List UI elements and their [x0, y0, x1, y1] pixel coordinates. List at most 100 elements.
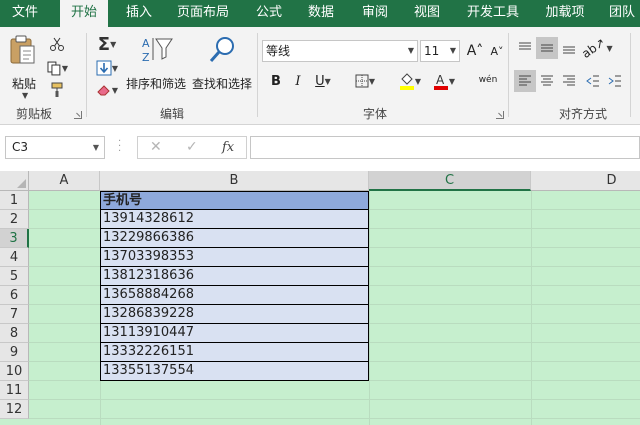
borders-button[interactable]: ▼ [350, 70, 380, 92]
fill-color-button[interactable]: ▼ [394, 70, 426, 92]
phone-cell[interactable]: 13812318636 [100, 267, 369, 286]
splitter-handle-icon[interactable]: · · · [118, 137, 121, 157]
paste-button[interactable]: 粘贴 ▼ [8, 35, 42, 100]
align-left-icon [519, 75, 531, 86]
tab-file[interactable]: 文件 [4, 0, 46, 27]
align-center-button[interactable] [536, 70, 558, 92]
tab-add-ins[interactable]: 加载项 [538, 0, 592, 27]
phonetic-guide-button[interactable]: wén [474, 69, 502, 91]
row-header[interactable]: 1 [0, 191, 29, 210]
row-header[interactable]: 11 [0, 381, 29, 400]
font-name-select[interactable]: 等线 ▼ [262, 40, 418, 62]
row-header[interactable]: 7 [0, 305, 29, 324]
insert-function-icon[interactable]: fx [222, 140, 234, 155]
top-align-button[interactable] [514, 37, 536, 59]
column-header-a[interactable]: A [29, 171, 100, 191]
group-separator [257, 33, 258, 117]
paste-label: 粘贴 [12, 77, 37, 91]
tab-view[interactable]: 视图 [406, 0, 448, 27]
column-header-c[interactable]: C [369, 171, 531, 191]
autosum-button[interactable]: Σ ▼ [92, 33, 122, 55]
copy-dropdown-icon[interactable]: ▼ [62, 64, 68, 73]
clipboard-launcher-icon[interactable] [74, 111, 82, 119]
align-left-button[interactable] [514, 70, 536, 92]
chevron-down-icon: ▼ [92, 143, 99, 152]
tab-insert[interactable]: 插入 [118, 0, 160, 27]
cancel-icon[interactable]: ✕ [150, 139, 162, 155]
paste-dropdown-icon[interactable]: ▼ [22, 91, 28, 100]
row-header[interactable]: 10 [0, 362, 29, 381]
row-header[interactable]: 2 [0, 210, 29, 229]
align-right-button[interactable] [558, 70, 580, 92]
name-box[interactable]: C3 ▼ [5, 136, 105, 159]
font-color-dropdown-icon[interactable]: ▼ [449, 77, 455, 86]
phone-cell[interactable]: 13286839228 [100, 305, 369, 324]
ribbon-tab-bar: 文件 开始 插入 页面布局 公式 数据 审阅 视图 开发工具 加载项 团队 [0, 0, 640, 28]
clear-button[interactable]: ▼ [92, 79, 122, 101]
format-painter-button[interactable] [46, 79, 68, 101]
clear-dropdown-icon[interactable]: ▼ [112, 86, 118, 95]
phone-cell[interactable]: 13332226151 [100, 343, 369, 362]
tab-team[interactable]: 团队 [604, 0, 640, 27]
copy-button[interactable]: ▼ [46, 57, 68, 79]
borders-dropdown-icon[interactable]: ▼ [369, 77, 375, 86]
sigma-icon: Σ [97, 33, 111, 55]
underline-dropdown-icon[interactable]: ▼ [325, 77, 331, 86]
ribbon: 粘贴 ▼ ▼ 剪贴板 Σ ▼ ▼ ▼ A Z 排序和筛选 查找和选择 编辑 等线… [0, 27, 640, 125]
phone-cell[interactable]: 13658884268 [100, 286, 369, 305]
column-header-d[interactable]: D [531, 171, 640, 191]
tab-page-layout[interactable]: 页面布局 [172, 0, 234, 27]
phone-cell[interactable]: 13355137554 [100, 362, 369, 381]
italic-button[interactable]: I [287, 70, 309, 92]
underline-label: U [315, 73, 325, 89]
tab-review[interactable]: 审阅 [354, 0, 396, 27]
formula-buttons: ✕ ✓ fx [137, 136, 247, 159]
row-header[interactable]: 12 [0, 400, 29, 419]
phone-cell[interactable]: 13703398353 [100, 248, 369, 267]
orientation-dropdown-icon[interactable]: ▼ [606, 44, 612, 53]
align-right-icon [563, 75, 575, 86]
fill-button[interactable]: ▼ [92, 57, 122, 79]
fill-color-dropdown-icon[interactable]: ▼ [415, 77, 421, 86]
worksheet-grid[interactable]: A B C D 1 2 3 4 5 6 7 8 9 10 11 12 手机号 13914328612 13… [0, 171, 640, 425]
formula-input[interactable] [250, 136, 640, 159]
find-select-button[interactable]: 查找和选择 [192, 35, 254, 99]
row-header[interactable]: 4 [0, 248, 29, 267]
row-header[interactable]: 3 [0, 229, 29, 248]
row-header[interactable]: 6 [0, 286, 29, 305]
fill-dropdown-icon[interactable]: ▼ [112, 64, 118, 73]
row-header[interactable]: 5 [0, 267, 29, 286]
row-header[interactable]: 9 [0, 343, 29, 362]
increase-indent-button[interactable] [604, 70, 626, 92]
row-header[interactable]: 8 [0, 324, 29, 343]
middle-align-button[interactable] [536, 37, 558, 59]
select-all-button[interactable] [0, 171, 29, 191]
autosum-dropdown-icon[interactable]: ▼ [110, 40, 116, 49]
cut-button[interactable] [46, 33, 68, 55]
bottom-align-button[interactable] [558, 37, 580, 59]
tab-developer[interactable]: 开发工具 [460, 0, 526, 27]
bold-button[interactable]: B [265, 70, 287, 92]
gridline [369, 191, 370, 425]
orientation-button[interactable]: ab↗ ▼ [580, 35, 613, 61]
underline-button[interactable]: U ▼ [309, 70, 337, 92]
borders-icon [355, 74, 369, 88]
sort-filter-button[interactable]: A Z 排序和筛选 [126, 35, 188, 99]
phone-cell[interactable]: 13113910447 [100, 324, 369, 343]
font-size-select[interactable]: 11 ▼ [420, 40, 460, 62]
font-color-button[interactable]: A ▼ [428, 70, 460, 92]
column-header-b[interactable]: B [100, 171, 369, 191]
font-launcher-icon[interactable] [496, 111, 504, 119]
increase-font-size-button[interactable]: A˄ [464, 40, 486, 62]
tab-formulas[interactable]: 公式 [248, 0, 290, 27]
paintbrush-icon [51, 82, 63, 97]
decrease-indent-button[interactable] [582, 70, 604, 92]
phone-cell[interactable]: 13914328612 [100, 210, 369, 229]
phone-cell[interactable]: 13229866386 [100, 229, 369, 248]
tab-data[interactable]: 数据 [300, 0, 342, 27]
cell-b1-header[interactable]: 手机号 [100, 191, 369, 210]
enter-icon[interactable]: ✓ [186, 139, 198, 155]
sort-filter-label: 排序和筛选 [126, 77, 187, 91]
decrease-font-size-button[interactable]: A˅ [486, 40, 508, 62]
tab-home[interactable]: 开始 [60, 0, 108, 28]
